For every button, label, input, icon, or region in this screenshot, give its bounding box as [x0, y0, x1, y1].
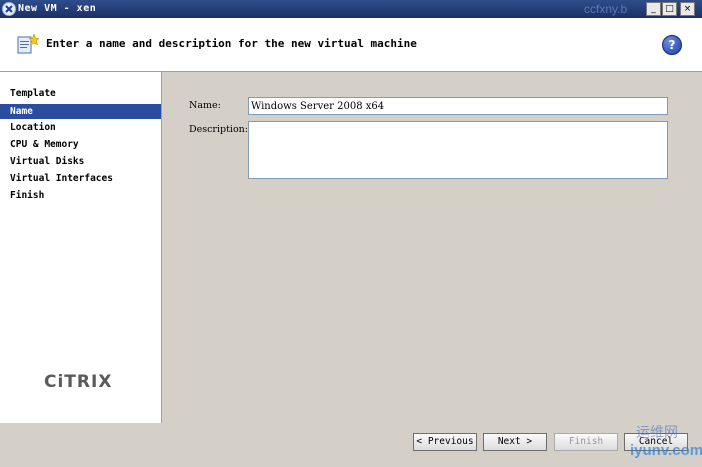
sidebar-item-virtual-disks[interactable]: Virtual Disks	[0, 154, 161, 169]
next-button[interactable]: Next >	[483, 433, 547, 451]
watermark-text: ccfxny.b	[584, 2, 628, 16]
sidebar-item-template[interactable]: Template	[0, 86, 161, 101]
sidebar-item-finish[interactable]: Finish	[0, 188, 161, 203]
previous-button[interactable]: < Previous	[413, 433, 477, 451]
citrix-logo: CiTRIX	[44, 372, 113, 392]
watermark-site: iyunv.com	[630, 442, 702, 459]
close-button[interactable]: ×	[680, 2, 695, 16]
sidebar-item-virtual-interfaces[interactable]: Virtual Interfaces	[0, 171, 161, 186]
description-field[interactable]	[248, 121, 668, 179]
minimize-button[interactable]: _	[646, 2, 661, 16]
wizard-header: Enter a name and description for the new…	[0, 18, 702, 72]
app-icon	[2, 2, 16, 16]
name-label: Name:	[189, 100, 221, 111]
help-icon[interactable]: ?	[662, 35, 682, 55]
corner-watermark: 运维网 iyunv.com	[612, 420, 702, 465]
wizard-content: Name: Description:	[162, 72, 702, 423]
name-input[interactable]	[248, 97, 668, 115]
maximize-button[interactable]: □	[662, 2, 677, 16]
page-title: Enter a name and description for the new…	[46, 37, 417, 50]
sidebar-item-name[interactable]: Name	[0, 104, 161, 119]
wizard-steps-sidebar: Template Name Location CPU & Memory Virt…	[0, 72, 162, 423]
sidebar-item-cpu-memory[interactable]: CPU & Memory	[0, 137, 161, 152]
title-bar: New VM - xen ccfxny.b _ □ ×	[0, 0, 702, 18]
wizard-footer: < Previous Next > Finish Cancel	[0, 423, 702, 467]
finish-button[interactable]: Finish	[554, 433, 618, 451]
watermark-cn: 运维网	[636, 424, 678, 440]
window-title: New VM - xen	[18, 3, 97, 14]
description-label: Description:	[189, 124, 248, 135]
new-vm-icon	[16, 33, 40, 58]
sidebar-item-location[interactable]: Location	[0, 120, 161, 135]
